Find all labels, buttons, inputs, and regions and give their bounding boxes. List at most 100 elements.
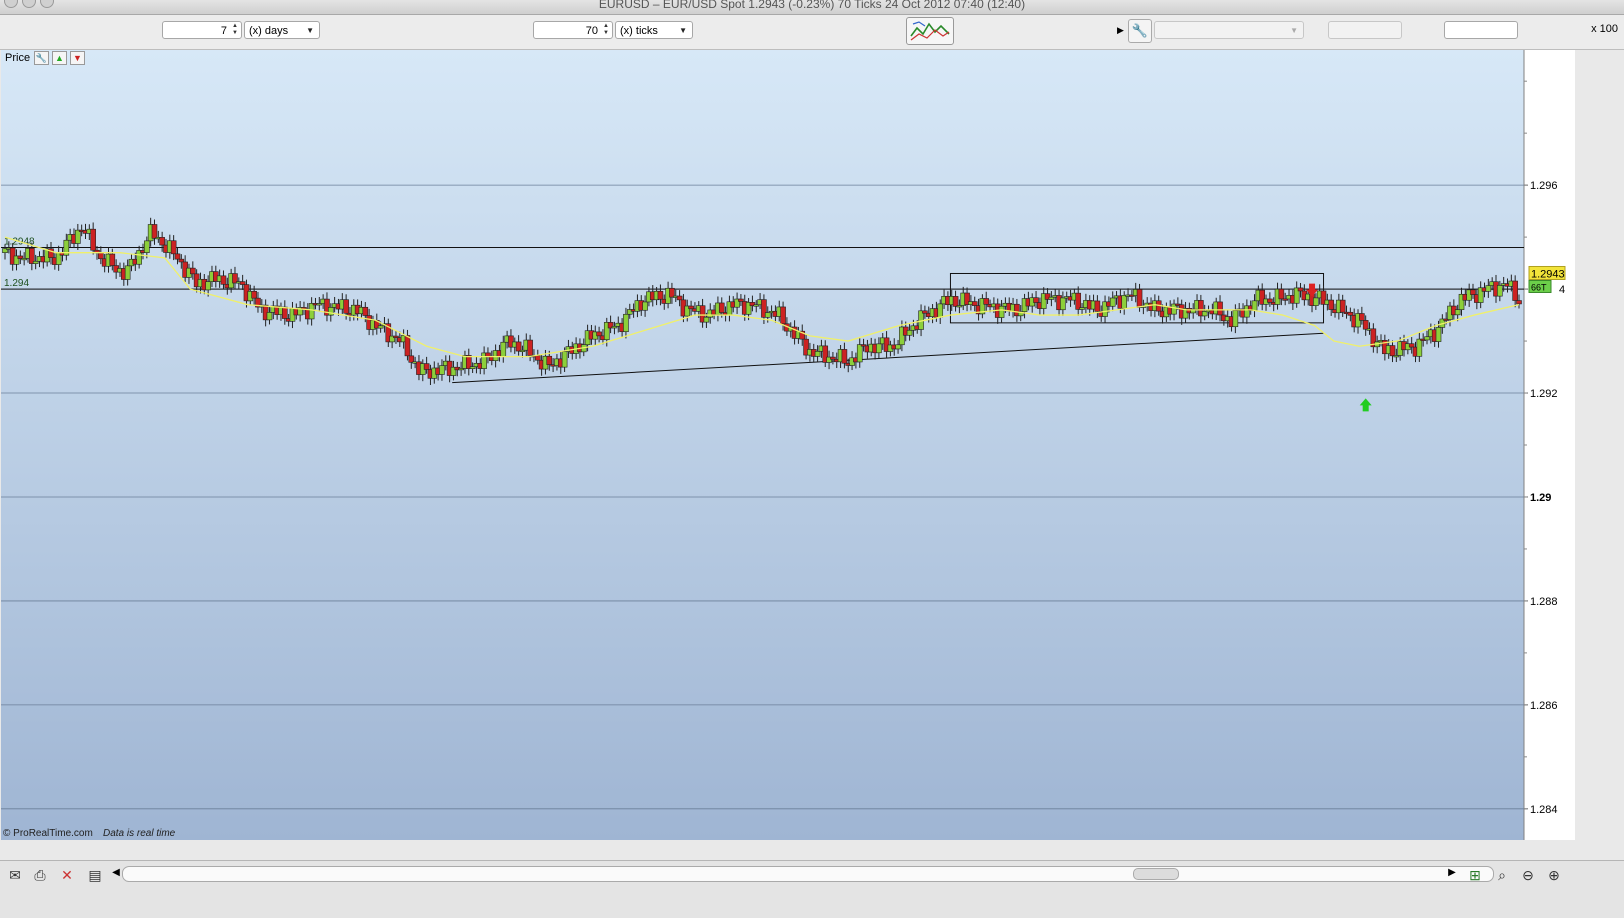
period-stepper-icon[interactable]: ▲ ▼: [232, 23, 238, 37]
candle-down: [1094, 300, 1101, 312]
price-tick-label: 1.296: [1530, 180, 1558, 192]
indicator-select[interactable]: ▼: [1154, 21, 1304, 39]
wrench-icon: 🔧: [1131, 23, 1149, 38]
ticks-unit-select[interactable]: (x) ticks ▼: [615, 21, 693, 39]
title-bar: EURUSD – EUR/USD Spot 1.2943 (-0.23%) 70…: [0, 0, 1624, 15]
zoom-in-icon[interactable]: ⊕: [1545, 867, 1563, 883]
period-value: 7: [220, 25, 227, 37]
candle-down: [596, 331, 602, 337]
candle-down: [98, 252, 104, 260]
magnify-icon[interactable]: ⌕: [1493, 867, 1511, 883]
candle-down: [1297, 287, 1304, 292]
wrench-icon[interactable]: 🔧: [34, 51, 49, 65]
price-chart[interactable]: 1.2948 1.294 1.296 4 1.292 1.29 1.288 1.286 1.2…: [1, 50, 1575, 856]
candle-up: [1497, 285, 1503, 297]
candle-up: [1251, 300, 1258, 311]
candle-down: [343, 299, 349, 314]
candle-up: [1048, 296, 1055, 300]
candle-up: [561, 351, 568, 368]
candle-down: [971, 301, 978, 306]
candle-down: [178, 258, 185, 263]
candle-down: [362, 306, 369, 316]
candle-down: [282, 306, 288, 319]
value-input[interactable]: [1444, 21, 1518, 39]
candle-down: [1516, 300, 1522, 305]
candle-up: [144, 240, 150, 253]
candle-up: [642, 301, 648, 311]
price-axis-background: [1524, 50, 1575, 840]
candle-down: [1033, 297, 1039, 303]
candle-up: [500, 341, 507, 357]
candle-down: [170, 240, 177, 255]
tick-counter-label: 66T: [1531, 282, 1547, 292]
candle-up: [32, 260, 39, 264]
mail-icon[interactable]: ✉: [6, 867, 24, 883]
scroll-right-button[interactable]: ▶: [1446, 865, 1458, 881]
chart-style-button[interactable]: [906, 17, 954, 45]
wrench-button[interactable]: 🔧: [1128, 19, 1152, 43]
add-indicator-icon[interactable]: ⊞: [1466, 867, 1484, 883]
candle-up: [1435, 327, 1442, 342]
price-tick-label: 1.29: [1530, 492, 1551, 504]
current-price-label: 1.2943: [1531, 268, 1565, 280]
period-unit-select[interactable]: (x) days ▼: [244, 21, 320, 39]
candle-up: [308, 303, 315, 320]
chevron-down-icon: ▼: [1290, 26, 1298, 35]
candle-up: [439, 365, 445, 375]
candle-up: [1454, 309, 1461, 316]
chart-toolbar: 7 ▲ ▼ (x) days ▼ 70 ▲ ▼ (x) ticks ▼ ▶ 🔧 ▼: [0, 15, 1624, 50]
panel-toggle-icon[interactable]: ▶: [1117, 25, 1124, 36]
chart-canvas[interactable]: 1.29481.294 1.29641.2921.291.2881.2861.2…: [1, 50, 1575, 856]
candle-up: [623, 313, 629, 333]
candle-down: [780, 306, 786, 325]
candle-up: [906, 329, 913, 336]
candle-down: [404, 335, 411, 357]
scrollbar-thumb[interactable]: [1133, 868, 1179, 880]
remove-panel-icon[interactable]: ▼: [70, 51, 85, 65]
candle-down: [220, 275, 227, 285]
candle-up: [937, 303, 944, 318]
candle-down: [657, 290, 664, 300]
candle-up: [764, 312, 771, 318]
value-input-disabled[interactable]: [1328, 21, 1402, 39]
candle-up: [327, 307, 334, 316]
zoom-out-icon[interactable]: ⊖: [1519, 867, 1537, 883]
scale-multiplier: x 100: [1591, 23, 1618, 35]
period-input[interactable]: 7 ▲ ▼: [162, 21, 242, 39]
candle-up: [75, 229, 81, 244]
candle-up: [377, 325, 384, 329]
candle-up: [1060, 297, 1066, 311]
notes-icon[interactable]: ▤: [86, 867, 104, 883]
price-tick-label: 4: [1559, 284, 1565, 296]
close-chart-icon[interactable]: ✕: [58, 867, 76, 883]
candle-down: [1328, 299, 1334, 310]
candle-down: [515, 341, 522, 352]
scroll-left-button[interactable]: ◀: [110, 865, 122, 881]
ticks-stepper-icon[interactable]: ▲ ▼: [603, 23, 609, 37]
price-tick-label: 1.288: [1530, 596, 1558, 608]
candle-up: [998, 305, 1005, 318]
candle-down: [408, 355, 415, 363]
move-up-icon[interactable]: ▲: [52, 51, 67, 65]
candle-down: [1389, 345, 1396, 357]
candle-down: [1347, 311, 1354, 316]
candle-down: [1075, 292, 1082, 310]
horizontal-scrollbar[interactable]: [122, 866, 1494, 882]
candle-up: [895, 344, 901, 350]
ticks-input[interactable]: 70 ▲ ▼: [533, 21, 613, 39]
price-panel-label: Price: [5, 52, 30, 64]
candle-down: [1359, 313, 1365, 321]
candle-down: [190, 267, 196, 275]
print-icon[interactable]: ⎙: [31, 867, 49, 883]
candle-down: [151, 224, 158, 239]
window-title: EURUSD – EUR/USD Spot 1.2943 (-0.23%) 70…: [598, 0, 1026, 11]
candle-up: [856, 344, 863, 363]
candle-up: [876, 343, 882, 354]
candle-up: [814, 351, 821, 357]
candle-down: [423, 363, 430, 370]
candle-down: [1512, 280, 1518, 301]
candle-down: [239, 281, 246, 285]
candle-down: [546, 355, 553, 365]
candle-down: [159, 237, 165, 246]
candle-down: [738, 298, 744, 302]
